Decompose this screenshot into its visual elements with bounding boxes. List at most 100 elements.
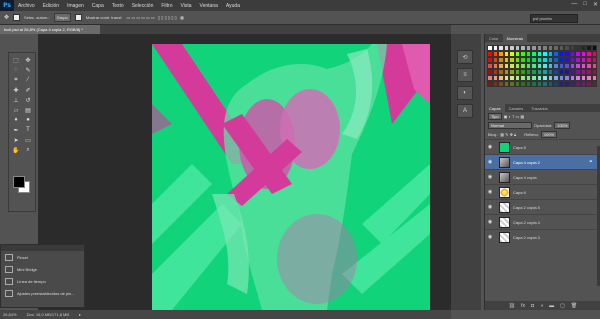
layer-name[interactable]: Capa 2 copia 4 <box>513 220 540 225</box>
hand-tool-icon[interactable]: ✋ <box>10 145 22 155</box>
menu-seleccion[interactable]: Selección <box>128 3 158 9</box>
link-layers-icon[interactable]: ⛓ <box>509 303 515 309</box>
workspace-selector[interactable]: psf pruebo <box>530 14 578 23</box>
layer-filter-row: Tipo ▣ ◐ T ▭ ▦ <box>485 112 600 121</box>
menu-edicion[interactable]: Edición <box>39 3 63 9</box>
layer-row[interactable]: ◉ Capa 6 <box>485 184 600 199</box>
blend-row: Normal Opacidad: 100% <box>485 121 600 130</box>
maximize-button[interactable]: □ <box>583 1 587 8</box>
minimize-button[interactable]: — <box>571 1 577 8</box>
adjustment-layer-icon[interactable]: ◑ <box>540 303 543 309</box>
lock-label: Bloq.: <box>488 132 499 137</box>
document-canvas[interactable] <box>152 44 430 310</box>
menu-imagen[interactable]: Imagen <box>63 3 88 9</box>
tab-channels[interactable]: Canales <box>505 104 528 112</box>
eye-icon[interactable]: ◉ <box>485 144 495 150</box>
properties-panel-icon[interactable]: ≡ <box>457 68 473 82</box>
menu-archivo[interactable]: Archivo <box>14 3 39 9</box>
layer-row[interactable]: ◉ Capa 2 copia 3 <box>485 229 600 244</box>
eye-icon[interactable]: ◉ <box>485 189 495 195</box>
layer-row[interactable]: ◉ Capa 2 copia 4 <box>485 214 600 229</box>
panel-item-brush-presets[interactable]: Ajustes preestablecidos de pin... <box>1 287 84 299</box>
auto-select-dropdown[interactable]: Grupo <box>53 13 71 22</box>
blur-tool-icon[interactable]: ♦ <box>10 115 22 125</box>
menu-vista[interactable]: Vista <box>177 3 196 9</box>
crop-tool-icon[interactable]: ⌗ <box>10 75 22 85</box>
quick-select-tool-icon[interactable]: ✎ <box>22 65 34 75</box>
align-icons[interactable]: ▭ ▭ ▭ ▭ ▭ ▭ ▯ ▯ ▯ ▯ ▯ ▯ ▦ <box>126 15 183 20</box>
menu-filtro[interactable]: Filtro <box>157 3 176 9</box>
eyedropper-tool-icon[interactable]: ⁄ <box>22 75 34 85</box>
eye-icon[interactable]: ◉ <box>485 234 495 240</box>
fill-input[interactable]: 100% <box>540 131 558 138</box>
gradient-tool-icon[interactable]: ▤ <box>22 105 34 115</box>
tab-color[interactable]: Color <box>485 34 503 42</box>
blend-mode-dropdown[interactable]: Normal <box>488 122 532 129</box>
panel-item-pincel[interactable]: Pincel <box>1 251 84 263</box>
move-tool-icon[interactable]: ✥ <box>4 14 9 21</box>
layer-name[interactable]: Capa 6 <box>513 190 526 195</box>
lock-icons[interactable]: ▦ ✎ ✥ 🔒︎ <box>500 132 516 137</box>
eye-icon[interactable]: ◉ <box>485 174 495 180</box>
group-folder-icon[interactable]: ▬ <box>549 303 554 309</box>
layer-name[interactable]: Capa 4 copia 2 <box>513 160 540 165</box>
panel-item-mini-bridge[interactable]: Mini Bridge <box>1 263 84 275</box>
adjustments-panel-icon[interactable]: ◐ <box>457 86 473 100</box>
marquee-tool-icon[interactable]: ⬚ <box>10 55 22 65</box>
tab-swatches[interactable]: Muestras <box>502 34 528 42</box>
zoom-tool-icon[interactable]: ⌕ <box>22 145 34 155</box>
brush-icon <box>5 253 13 261</box>
eraser-tool-icon[interactable]: ▱ <box>10 105 22 115</box>
layer-style-icon[interactable]: fx <box>521 303 525 309</box>
document-size: Doc: 16,0 MB/171,8 MB <box>26 312 70 317</box>
menu-texto[interactable]: Texto <box>108 3 128 9</box>
menu-ayuda[interactable]: Ayuda <box>222 3 244 9</box>
panel-item-label: Línea de tiempo <box>17 278 46 284</box>
transform-controls-checkbox[interactable] <box>74 14 82 21</box>
mask-icon[interactable]: ◘ <box>531 303 534 309</box>
move-tool-icon[interactable]: ✥ <box>22 55 34 65</box>
layer-name[interactable]: Capa 2 copia 5 <box>513 205 540 210</box>
lasso-tool-icon[interactable]: ◌ <box>10 65 22 75</box>
eye-icon[interactable]: ◉ <box>485 159 495 165</box>
layer-row[interactable]: ◉ Capa 2 copia 5 <box>485 199 600 214</box>
color-swatch[interactable] <box>591 81 597 87</box>
menu-ventana[interactable]: Ventana <box>196 3 222 9</box>
auto-select-checkbox[interactable] <box>13 14 21 21</box>
layer-name[interactable]: Capa 4 copia <box>513 175 537 180</box>
history-brush-tool-icon[interactable]: ↺ <box>22 95 34 105</box>
tab-layers[interactable]: Capas <box>485 104 505 112</box>
type-tool-icon[interactable]: T <box>22 125 34 135</box>
filter-icons[interactable]: ▣ ◐ T ▭ ▦ <box>504 114 525 119</box>
stamp-tool-icon[interactable]: ⊥ <box>10 95 22 105</box>
trash-icon[interactable]: 🗑︎ <box>571 303 577 309</box>
opacity-input[interactable]: 100% <box>554 122 571 129</box>
character-panel-icon[interactable]: A <box>457 104 473 118</box>
eye-icon[interactable]: ◉ <box>485 219 495 225</box>
new-layer-icon[interactable]: ▢ <box>560 303 565 309</box>
path-select-tool-icon[interactable]: ➤ <box>10 135 22 145</box>
layer-row[interactable]: ◉ Capa 4 copia <box>485 169 600 184</box>
layer-name[interactable]: Capa 2 copia 3 <box>513 235 540 240</box>
pen-tool-icon[interactable]: ✒ <box>10 125 22 135</box>
layer-row[interactable]: ◉ Capa 5 <box>485 139 600 154</box>
dodge-tool-icon[interactable]: ● <box>22 115 34 125</box>
status-arrow-icon[interactable]: ▸ <box>79 312 81 317</box>
menu-capa[interactable]: Capa <box>88 3 108 9</box>
zoom-level[interactable]: 26,84% <box>3 312 17 317</box>
tab-paths[interactable]: Trazados <box>527 104 552 112</box>
layer-kind-dropdown[interactable]: Tipo <box>488 113 502 120</box>
layer-thumbnail <box>499 201 510 213</box>
document-tab[interactable]: fucil.psd al 26,8% (Capa 4 copia 2, RGB/… <box>0 25 100 34</box>
layer-name[interactable]: Capa 5 <box>513 145 526 150</box>
history-panel-icon[interactable]: ⟲ <box>457 50 473 64</box>
brush-tool-icon[interactable]: ✐ <box>22 85 34 95</box>
shape-tool-icon[interactable]: ▭ <box>22 135 34 145</box>
close-button[interactable]: ✕ <box>593 1 598 8</box>
eye-icon[interactable]: ◉ <box>485 204 495 210</box>
panel-item-timeline[interactable]: Línea de tiempo <box>1 275 84 287</box>
layer-row[interactable]: ◉ Capa 4 copia 2 ⚭ <box>485 154 600 169</box>
healing-tool-icon[interactable]: ✚ <box>10 85 22 95</box>
layer-list: ◉ Capa 5 ◉ Capa 4 copia 2 ⚭ ◉ Capa 4 copia ◉ Cap… <box>485 139 600 244</box>
foreground-color-swatch[interactable] <box>13 176 25 188</box>
